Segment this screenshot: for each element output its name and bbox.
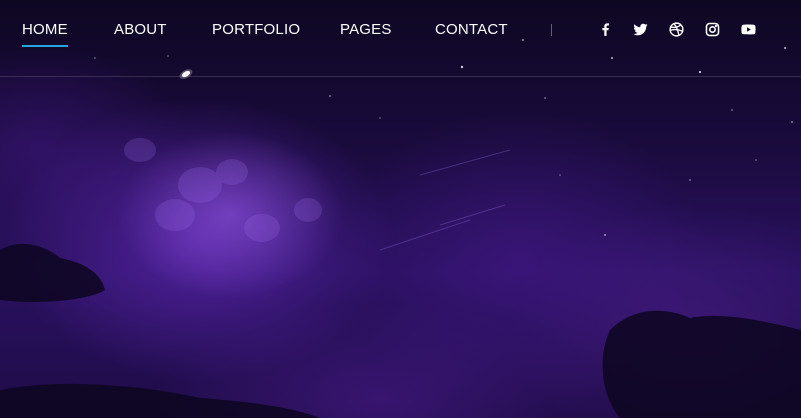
- nav-divider: [551, 24, 552, 36]
- nav-item-portfolio[interactable]: PORTFOLIO: [212, 20, 300, 42]
- dark-cloud-silhouettes: [0, 243, 801, 418]
- dribbble-icon[interactable]: [668, 21, 685, 38]
- light-streaks: [379, 149, 511, 251]
- hero-section: HOME ABOUT PORTFOLIO PAGES CONTACT: [0, 0, 801, 418]
- top-navigation: HOME ABOUT PORTFOLIO PAGES CONTACT: [0, 0, 801, 77]
- nav-item-about[interactable]: ABOUT: [114, 20, 167, 42]
- nav-item-contact[interactable]: CONTACT: [435, 20, 508, 42]
- nebula-cloud: [124, 138, 322, 242]
- facebook-icon[interactable]: [597, 21, 614, 38]
- nav-item-pages[interactable]: PAGES: [340, 20, 392, 42]
- youtube-icon[interactable]: [740, 21, 757, 38]
- instagram-icon[interactable]: [704, 21, 721, 38]
- twitter-icon[interactable]: [632, 21, 649, 38]
- nav-item-home[interactable]: HOME: [22, 20, 68, 47]
